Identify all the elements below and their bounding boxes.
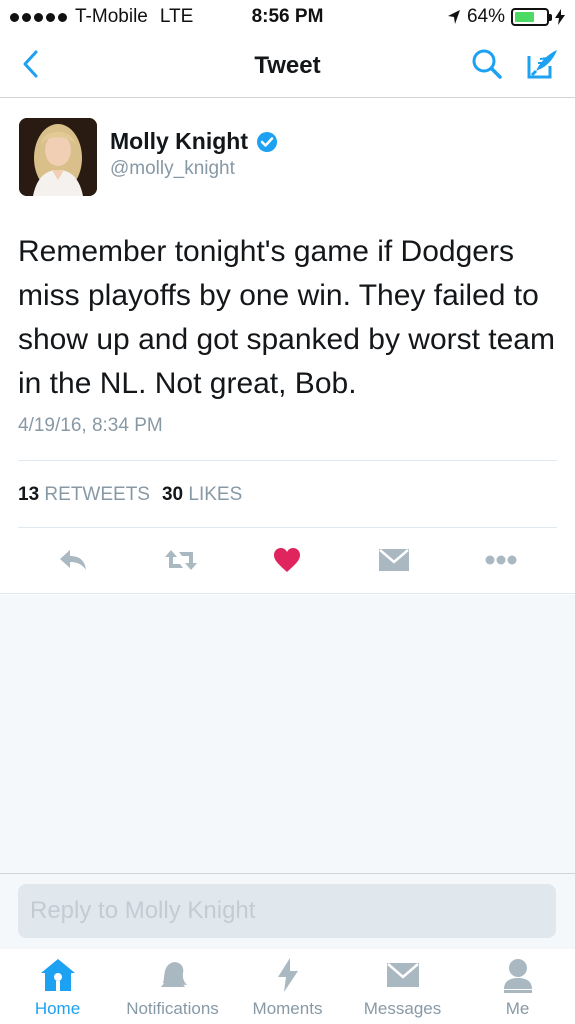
network-label: LTE — [159, 6, 194, 27]
lightning-icon — [268, 955, 308, 995]
signal-strength-icon — [10, 12, 67, 22]
reply-icon — [60, 550, 86, 570]
status-right: 64% — [447, 6, 565, 28]
reply-bar — [0, 873, 575, 949]
tweet-text: Remember tonight's game if Dodgers miss … — [18, 235, 555, 400]
likes-label: LIKES — [188, 484, 243, 505]
person-icon — [498, 955, 538, 995]
tab-home[interactable]: Home — [0, 955, 115, 1023]
avatar-portrait — [19, 118, 97, 196]
nav-bar: Tweet — [0, 34, 575, 98]
retweet-icon — [165, 550, 197, 570]
tab-bar: Home Notifications Moments Messages Me — [0, 949, 575, 1024]
reply-button[interactable] — [51, 538, 95, 582]
more-icon — [485, 555, 517, 565]
tab-me[interactable]: Me — [460, 955, 575, 1023]
author-handle[interactable]: @molly_knight — [110, 158, 235, 180]
chevron-left-icon — [23, 50, 38, 78]
tab-moments[interactable]: Moments — [230, 955, 345, 1023]
bell-icon — [153, 955, 193, 995]
tweet-detail: Molly Knight @molly_knight Remember toni… — [0, 98, 575, 594]
tab-label: Me — [505, 999, 530, 1018]
retweets-count: 13 — [18, 484, 40, 505]
divider — [18, 460, 557, 461]
compose-button[interactable] — [523, 44, 563, 84]
verified-badge-icon — [256, 131, 277, 152]
engagement-stats: 13 RETWEETS 30 LIKES — [18, 484, 242, 506]
home-icon — [38, 955, 78, 995]
tab-messages[interactable]: Messages — [345, 955, 460, 1023]
battery-percent: 64% — [466, 6, 505, 27]
charging-bolt-icon — [555, 9, 565, 25]
search-button[interactable] — [467, 44, 507, 84]
envelope-icon — [383, 955, 423, 995]
tab-label: Home — [34, 999, 81, 1018]
author-name[interactable]: Molly Knight — [110, 128, 248, 155]
likes-count: 30 — [161, 484, 184, 505]
location-arrow-icon — [447, 10, 460, 24]
envelope-icon — [379, 549, 409, 571]
tweet-timestamp: 4/19/16, 8:34 PM — [18, 415, 163, 436]
retweets-label: RETWEETS — [44, 484, 150, 505]
likes-stat[interactable]: 30 LIKES — [162, 484, 242, 506]
message-button[interactable] — [372, 538, 416, 582]
back-button[interactable] — [10, 44, 50, 84]
reply-input[interactable] — [18, 884, 556, 938]
retweet-button[interactable] — [159, 538, 203, 582]
carrier-label: T-Mobile — [75, 6, 148, 27]
tab-label: Moments — [252, 999, 323, 1018]
battery-icon — [511, 8, 552, 26]
like-button[interactable] — [265, 538, 309, 582]
tweet-actions — [0, 538, 575, 588]
status-bar: T-Mobile LTE 8:56 PM 64% — [0, 0, 575, 34]
compose-icon — [527, 50, 557, 79]
retweets-stat[interactable]: 13 RETWEETS — [18, 484, 150, 506]
author-name-row: Molly Knight — [110, 128, 278, 155]
more-button[interactable] — [479, 538, 523, 582]
tab-notifications[interactable]: Notifications — [115, 955, 230, 1023]
tab-label: Messages — [363, 999, 442, 1018]
avatar[interactable] — [19, 118, 97, 196]
heart-icon — [274, 548, 300, 572]
search-icon — [472, 49, 502, 79]
divider — [18, 527, 557, 528]
empty-area — [0, 595, 575, 873]
tab-label: Notifications — [126, 999, 219, 1018]
